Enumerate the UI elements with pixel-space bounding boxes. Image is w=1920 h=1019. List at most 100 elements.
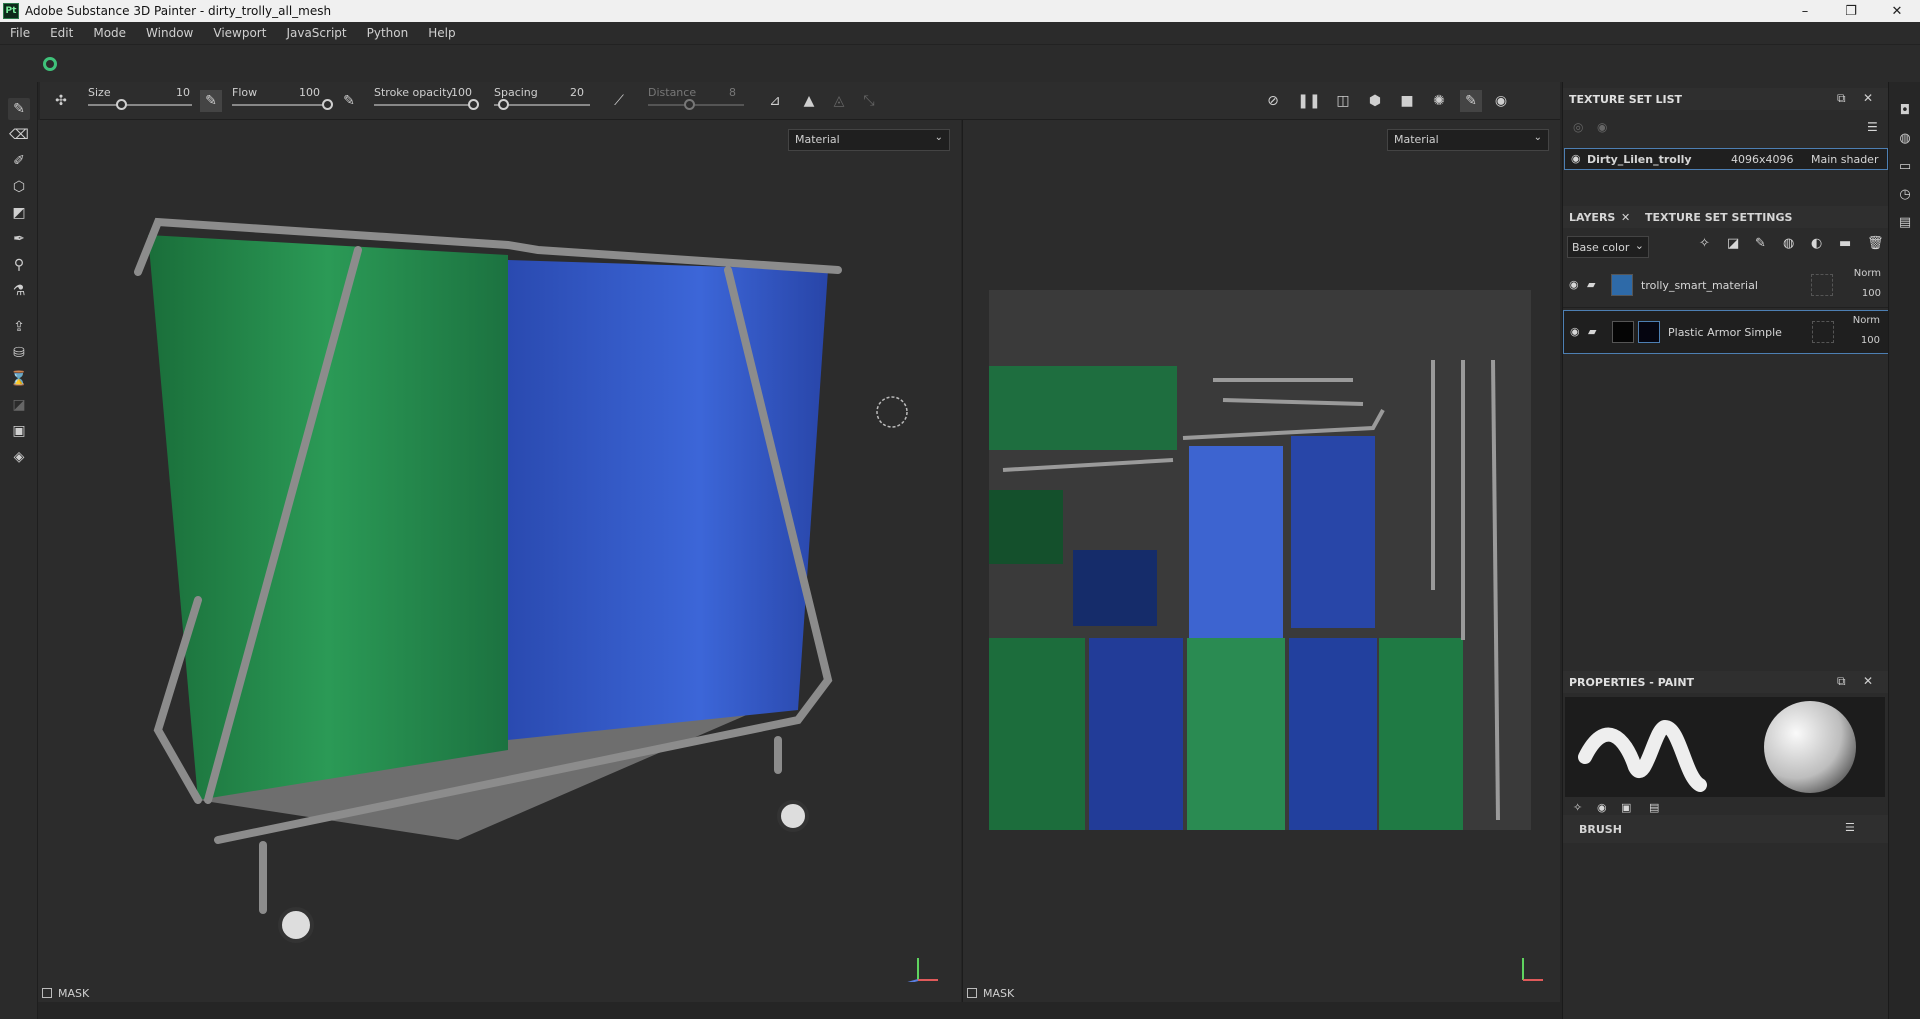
menu-file[interactable]: File <box>0 26 40 40</box>
menu-help[interactable]: Help <box>418 26 465 40</box>
grid-icon[interactable]: ▤ <box>1649 801 1659 814</box>
add-fill-layer-icon[interactable]: ◍ <box>1783 236 1794 251</box>
menu-window[interactable]: Window <box>136 26 203 40</box>
save-scene-icon[interactable]: ▣ <box>8 420 30 442</box>
export-icon[interactable]: ⇪ <box>8 316 30 338</box>
minimize-button[interactable]: – <box>1782 0 1828 22</box>
layer-opacity[interactable]: 100 <box>1862 288 1881 299</box>
brush-section[interactable]: BRUSH ☰ <box>1563 815 1889 843</box>
lazy-mouse-icon[interactable]: ⟋ <box>608 90 630 112</box>
color-picker-icon[interactable]: ⚗ <box>8 280 30 302</box>
visibility-icon[interactable]: ◉ <box>1597 120 1607 134</box>
assets-icon[interactable]: ▭ <box>1895 156 1915 176</box>
layer-blend-mode[interactable]: Norm <box>1853 315 1880 326</box>
display-mode-icon[interactable]: ⬢ <box>1364 90 1386 112</box>
flow-slider-handle[interactable] <box>322 99 333 110</box>
geometry-mask-icon[interactable]: ◩ <box>8 202 30 224</box>
restore-button[interactable]: ❐ <box>1828 0 1874 22</box>
history-icon[interactable]: ◷ <box>1895 184 1915 204</box>
menu-icon[interactable]: ☰ <box>1867 120 1878 134</box>
split-view-icon[interactable]: ◫ <box>1332 90 1354 112</box>
menu-edit[interactable]: Edit <box>40 26 83 40</box>
clone-stamp-icon[interactable]: ⚲ <box>8 254 30 276</box>
symmetry-icon[interactable]: ▲ <box>798 90 820 112</box>
close-panel-icon[interactable]: ✕ <box>1863 91 1873 105</box>
paint-brush-icon[interactable]: ✎ <box>8 98 30 120</box>
mask-checkbox[interactable] <box>42 988 52 998</box>
add-smart-material-icon[interactable]: ◐ <box>1811 236 1822 251</box>
add-paint-layer-icon[interactable]: ✎ <box>1755 236 1766 251</box>
channel-select[interactable]: Base color ⌄ <box>1567 236 1649 258</box>
smudge-icon[interactable]: ✒ <box>8 228 30 250</box>
add-mask-icon[interactable]: ◪ <box>1727 236 1739 251</box>
brush-preset-icon[interactable]: ✣ <box>50 90 72 112</box>
menu-python[interactable]: Python <box>357 26 419 40</box>
bake-icon[interactable]: ⛁ <box>8 342 30 364</box>
eye-icon[interactable]: ◉ <box>1570 325 1580 338</box>
mesh-icon[interactable]: ◈ <box>8 446 30 468</box>
distance-value[interactable]: 8 <box>706 86 736 99</box>
flow-slider[interactable] <box>232 104 328 106</box>
stroke-opacity-slider-handle[interactable] <box>468 99 479 110</box>
add-effect-icon[interactable]: ✧ <box>1699 236 1710 251</box>
viewport-3d[interactable]: Material ⌄ MASK <box>38 120 961 1002</box>
size-slider-handle[interactable] <box>116 99 127 110</box>
layer-opacity[interactable]: 100 <box>1861 335 1880 346</box>
screenshot-icon[interactable]: ◉ <box>1490 90 1512 112</box>
layer-mask-thumbnail[interactable] <box>1638 321 1660 343</box>
pin-icon[interactable]: ✧ <box>1573 801 1582 814</box>
paint-mode-icon[interactable]: ✎ <box>1460 90 1482 112</box>
render-icon[interactable]: ✺ <box>1428 90 1450 112</box>
spacing-slider-handle[interactable] <box>498 99 509 110</box>
alignment-icon[interactable]: ⊿ <box>764 90 786 112</box>
stroke-opacity-slider[interactable] <box>374 104 474 106</box>
distance-slider[interactable] <box>648 104 744 106</box>
filter-icon[interactable]: ⌛ <box>8 368 30 390</box>
eraser-icon[interactable]: ⌫ <box>8 124 30 146</box>
sync-status-icon[interactable] <box>43 57 57 71</box>
projection-icon[interactable]: ✐ <box>8 150 30 172</box>
close-button[interactable]: ✕ <box>1874 0 1920 22</box>
viewport-2d[interactable]: Material ⌄ MASK <box>962 120 1560 1002</box>
layer-row[interactable]: ◉ ▰ trolly_smart_material Norm 100 <box>1563 264 1889 308</box>
texture-set-item[interactable]: ◉ Dirty_Lilen_trolly 4096x4096 Main shad… <box>1564 148 1888 170</box>
pause-icon[interactable]: ❚❚ <box>1297 90 1320 112</box>
layer-blend-mode[interactable]: Norm <box>1854 268 1881 279</box>
transform-icon[interactable]: ⤡ <box>858 90 880 112</box>
layer-mask-slot[interactable] <box>1811 274 1833 296</box>
add-folder-icon[interactable]: ▬ <box>1839 236 1851 251</box>
shader-settings-icon[interactable]: ◍ <box>1895 128 1915 148</box>
delete-layer-icon[interactable]: 🗑 <box>1867 236 1884 251</box>
close-tab-icon[interactable]: ✕ <box>1621 211 1630 224</box>
menu-javascript[interactable]: JavaScript <box>276 26 356 40</box>
log-icon[interactable]: ▤ <box>1895 212 1915 232</box>
eye-icon[interactable]: ◉ <box>1569 278 1579 291</box>
camera-icon[interactable]: ■ <box>1396 90 1418 112</box>
tab-layers[interactable]: LAYERS <box>1569 211 1615 224</box>
distance-slider-handle[interactable] <box>684 99 695 110</box>
size-value[interactable]: 10 <box>160 86 190 99</box>
spacing-value[interactable]: 20 <box>554 86 584 99</box>
polygon-fill-icon[interactable]: ⬡ <box>8 176 30 198</box>
menu-mode[interactable]: Mode <box>83 26 136 40</box>
layer-row[interactable]: ◉ ▰ Plastic Armor Simple Norm 100 <box>1563 310 1889 354</box>
flow-pressure-icon[interactable]: ✎ <box>338 90 360 112</box>
eye-icon[interactable]: ◉ <box>1571 152 1581 165</box>
display-settings-icon[interactable]: ◘ <box>1895 100 1915 120</box>
menu-icon[interactable]: ☰ <box>1845 821 1855 834</box>
layer-mask-slot[interactable] <box>1812 321 1834 343</box>
visibility-off-icon[interactable]: ◎ <box>1573 120 1583 134</box>
mask-checkbox[interactable] <box>967 988 977 998</box>
tab-texture-set-settings[interactable]: TEXTURE SET SETTINGS <box>1645 211 1792 224</box>
float-panel-icon[interactable]: ⧉ <box>1837 674 1846 689</box>
frame-icon[interactable]: ▣ <box>1621 801 1631 814</box>
menu-viewport[interactable]: Viewport <box>203 26 276 40</box>
view-icon[interactable]: ◉ <box>1597 801 1607 814</box>
stroke-opacity-value[interactable]: 100 <box>442 86 472 99</box>
size-slider[interactable] <box>88 104 192 106</box>
flow-value[interactable]: 100 <box>290 86 320 99</box>
close-panel-icon[interactable]: ✕ <box>1863 674 1873 688</box>
measure-icon[interactable]: ◪ <box>8 394 30 416</box>
pen-pressure-icon[interactable]: ✎ <box>200 90 222 112</box>
hide-ui-icon[interactable]: ⊘ <box>1262 90 1284 112</box>
